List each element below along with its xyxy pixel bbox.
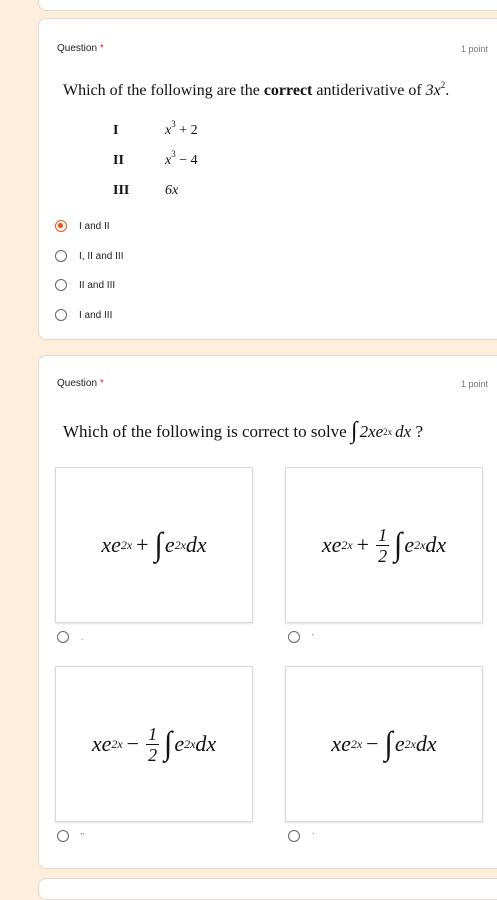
radio-selected-icon[interactable] <box>55 220 67 232</box>
radio-icon[interactable] <box>57 631 69 643</box>
choice-option-a[interactable]: . <box>57 631 83 643</box>
question-points: 1 point <box>460 44 488 54</box>
option-label: " <box>81 831 84 841</box>
option-i-and-ii[interactable]: I and II <box>55 218 110 234</box>
option-label: I and II <box>79 220 110 232</box>
question-text: Which of the following is correct to sol… <box>63 418 423 444</box>
radio-icon[interactable] <box>57 830 69 842</box>
radio-icon[interactable] <box>55 279 67 291</box>
radio-icon[interactable] <box>55 250 67 262</box>
statement-roman-3: III <box>113 183 130 198</box>
option-label: ` <box>312 831 315 841</box>
choice-option-d[interactable]: ` <box>288 830 315 842</box>
radio-icon[interactable] <box>55 309 67 321</box>
choice-expression: xe 2x − 12 ∫ e 2x dx <box>91 723 217 765</box>
option-label: I and III <box>79 309 113 321</box>
radio-icon[interactable] <box>288 830 300 842</box>
next-card-top <box>38 878 497 900</box>
question-card-1: Question * 1 point Which of the followin… <box>38 18 497 340</box>
choice-option-b[interactable]: ' <box>288 631 314 643</box>
question-text: Which of the following are the correct a… <box>63 80 450 100</box>
option-label: I, II and III <box>79 250 124 262</box>
option-label: II and III <box>79 279 116 291</box>
option-label: . <box>81 632 84 642</box>
choice-image-d[interactable]: xe 2x − ∫ e 2x dx <box>285 666 483 822</box>
option-label: ' <box>312 632 314 642</box>
question-points: 1 point <box>460 379 488 389</box>
choice-image-a[interactable]: xe 2x + ∫ e 2x dx <box>55 467 253 623</box>
option-i-and-iii[interactable]: I and III <box>55 307 112 323</box>
choice-image-c[interactable]: xe 2x − 12 ∫ e 2x dx <box>55 666 253 822</box>
choice-expression: xe 2x − ∫ e 2x dx <box>331 725 437 762</box>
required-asterisk: * <box>99 43 104 54</box>
choice-image-b[interactable]: xe 2x + 12 ∫ e 2x dx <box>285 467 483 623</box>
statement-roman-1: I <box>113 123 119 138</box>
question-label: Question * <box>57 378 104 389</box>
required-asterisk: * <box>99 378 104 389</box>
option-i-ii-and-iii[interactable]: I, II and III <box>55 248 123 264</box>
radio-icon[interactable] <box>288 631 300 643</box>
statement-roman-2: II <box>113 153 124 168</box>
statement-expr-1: x3 + 2 <box>165 119 198 139</box>
question-card-2: Question * 1 point Which of the followin… <box>38 355 497 869</box>
statement-expr-2: x3 − 4 <box>165 149 198 169</box>
previous-card-bottom <box>38 0 497 11</box>
choice-expression: xe 2x + 12 ∫ e 2x dx <box>321 524 447 566</box>
question-label: Question * <box>57 43 104 54</box>
choice-option-c[interactable]: " <box>57 830 84 842</box>
statement-expr-3: 6x <box>165 183 179 198</box>
choice-expression: xe 2x + ∫ e 2x dx <box>101 526 207 563</box>
option-ii-and-iii[interactable]: II and III <box>55 277 115 293</box>
